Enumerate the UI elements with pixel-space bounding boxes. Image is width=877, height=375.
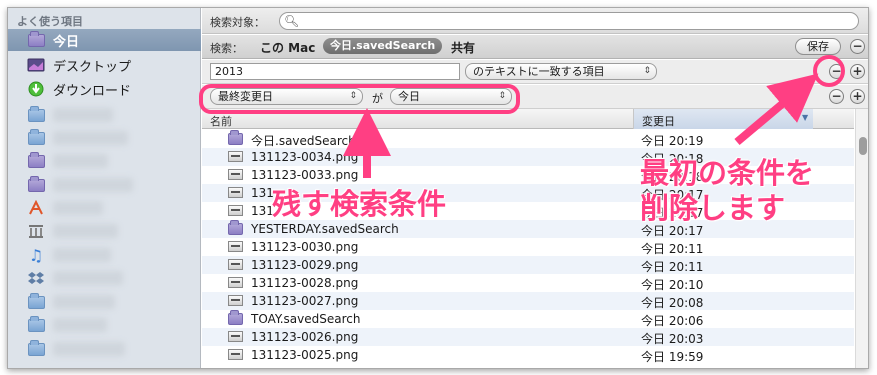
folder-icon (27, 315, 45, 333)
png-file-icon (228, 151, 243, 162)
annotation-keep: 残す検索条件 (272, 187, 447, 221)
scope-this-mac[interactable]: この Mac (260, 39, 315, 56)
table-row[interactable]: 131123-0027.png 今日 20:08 (202, 292, 854, 310)
sidebar-item-label: ダウンロード (53, 83, 132, 99)
sidebar: よく使う項目 今日 デスクトップ ダウンロード ♫ (8, 8, 201, 368)
sidebar-item-today[interactable]: 今日 (8, 29, 201, 51)
file-name: 131123-0025.png (251, 348, 359, 362)
highlight-remove-button (813, 55, 845, 87)
table-row[interactable]: 131123-0029.png 今日 20:11 (202, 256, 854, 274)
file-name: 131123-0034.png (251, 150, 359, 164)
smart-folder-icon (228, 220, 243, 235)
png-file-icon (228, 277, 243, 288)
file-date: 今日 20:11 (641, 260, 704, 274)
png-file-icon (228, 169, 243, 180)
desktop-icon (27, 58, 45, 73)
table-row[interactable]: 131123-0026.png 今日 20:03 (202, 328, 854, 346)
sidebar-item-label: 今日 (53, 34, 80, 50)
file-name: 今日.savedSearch (251, 134, 356, 148)
file-date: 今日 20:03 (641, 332, 704, 346)
smart-folder-icon (27, 175, 45, 193)
smart-folder-icon (228, 130, 243, 145)
png-file-icon (228, 187, 243, 198)
scope-shared[interactable]: 共有 (451, 39, 475, 56)
download-icon (27, 81, 45, 97)
library-icon (27, 224, 45, 239)
png-file-icon (228, 295, 243, 306)
search-bar: 検索対象： 🔍︎ (202, 8, 868, 34)
sidebar-item-downloads[interactable]: ダウンロード (8, 78, 201, 100)
file-name: TOAY.savedSearch (251, 312, 361, 326)
highlight-remaining-criterion (199, 84, 520, 114)
sidebar-item-desktop[interactable]: デスクトップ (8, 54, 201, 76)
file-name: 131 (251, 186, 274, 200)
remove-criterion-button[interactable]: − (829, 89, 844, 104)
sidebar-item-applications[interactable] (8, 197, 201, 219)
criterion-row-1: 2013 のテキストに一致する項目 ⇕ − + (202, 60, 868, 84)
search-icon: 🔍︎ (284, 14, 300, 28)
file-name: 131123-0026.png (251, 330, 359, 344)
column-header-name[interactable]: 名前 (210, 113, 232, 129)
add-criterion-button[interactable]: + (850, 89, 865, 104)
scope-label: 検索： (210, 42, 243, 55)
file-date: 今日 20:11 (641, 242, 704, 256)
scope-saved-search[interactable]: 今日.savedSearch (323, 38, 443, 54)
annotation-remove-line1: 最初の条件を (640, 156, 815, 190)
file-name: 131123-0027.png (251, 294, 359, 308)
popup-arrows-icon: ⇕ (643, 66, 651, 76)
vertical-scrollbar[interactable] (855, 109, 868, 368)
folder-icon (27, 105, 45, 123)
file-date: 今日 20:06 (641, 314, 704, 328)
png-file-icon (228, 331, 243, 342)
smart-folder-icon (27, 151, 45, 169)
add-criterion-button[interactable]: + (850, 64, 865, 79)
file-name: 131 (251, 204, 274, 218)
column-header-date[interactable]: 変更日 ▼ (633, 109, 813, 129)
criterion-text-field[interactable]: 2013 (210, 63, 460, 80)
file-name: 131123-0033.png (251, 168, 359, 182)
file-date: 今日 20:19 (641, 134, 704, 148)
criterion-operator-select[interactable]: のテキストに一致する項目 ⇕ (465, 63, 657, 80)
folder-icon (27, 339, 45, 357)
criterion-operator-label: のテキストに一致する項目 (473, 65, 605, 78)
file-name: 131123-0029.png (251, 258, 359, 272)
table-row[interactable]: TOAY.savedSearch 今日 20:06 (202, 310, 854, 328)
png-file-icon (228, 259, 243, 270)
music-icon: ♫ (28, 245, 44, 265)
sort-descending-icon: ▼ (802, 113, 809, 122)
column-header-date-label: 変更日 (642, 115, 675, 128)
file-name: 131123-0030.png (251, 240, 359, 254)
search-input[interactable]: 🔍︎ (279, 12, 859, 30)
dropbox-icon (27, 271, 45, 286)
file-date: 今日 20:10 (641, 278, 704, 292)
file-date: 今日 20:08 (641, 296, 704, 310)
file-name: YESTERDAY.savedSearch (251, 222, 399, 236)
table-row[interactable]: 131123-0025.png 今日 19:59 (202, 346, 854, 364)
smart-folder-icon (228, 310, 243, 325)
scrollbar-thumb[interactable] (859, 137, 867, 155)
table-row[interactable]: 今日.savedSearch 今日 20:19 (202, 130, 854, 148)
applications-icon (27, 200, 45, 216)
sidebar-item-label: デスクトップ (53, 59, 132, 75)
search-label: 検索対象： (210, 16, 265, 29)
png-file-icon (228, 349, 243, 360)
annotation-remove-line2: 削除します (640, 191, 786, 225)
sidebar-section-header: よく使う項目 (17, 15, 83, 28)
folder-icon (27, 128, 45, 146)
png-file-icon (228, 205, 243, 216)
file-name: 131123-0028.png (251, 276, 359, 290)
folder-icon (27, 292, 45, 310)
smart-folder-icon (27, 30, 45, 48)
scope-bar: 検索： この Mac 今日.savedSearch 共有 保存 − (202, 35, 868, 59)
save-button[interactable]: 保存 (795, 38, 841, 55)
table-row[interactable]: 131123-0030.png 今日 20:11 (202, 238, 854, 256)
table-row[interactable]: 131123-0028.png 今日 20:10 (202, 274, 854, 292)
png-file-icon (228, 241, 243, 252)
remove-scope-button[interactable]: − (850, 39, 865, 54)
file-date: 今日 19:59 (641, 350, 704, 364)
